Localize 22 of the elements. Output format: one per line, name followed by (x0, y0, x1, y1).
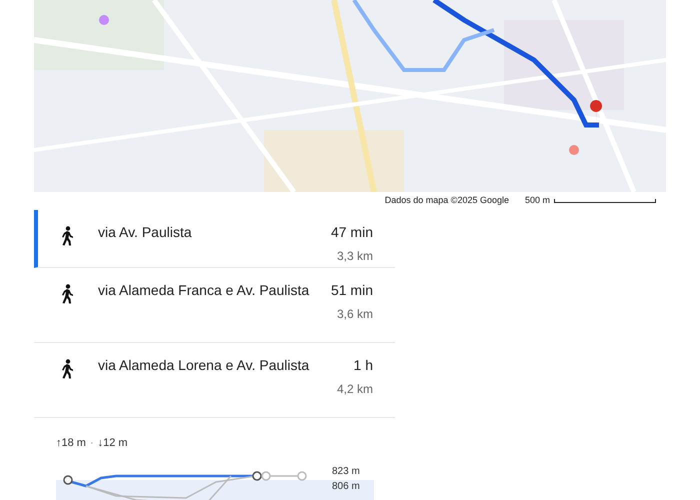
separator-dot: · (90, 436, 94, 451)
route-option[interactable]: via Alameda Lorena e Av. Paulista 1 h 4,2 km (34, 343, 395, 418)
route-distance: 3,3 km (336, 248, 373, 265)
elevation-ascent: ↑18 m (56, 436, 86, 451)
elevation-min-label: 806 m (332, 480, 360, 494)
route-distance: 4,2 km (336, 381, 373, 398)
route-name: via Alameda Lorena e Av. Paulista (98, 356, 310, 375)
route-distance: 3,6 km (336, 306, 373, 323)
route-name: via Alameda Franca e Av. Paulista (98, 281, 310, 300)
elevation-descent: ↓12 m (98, 436, 128, 451)
walking-icon (60, 284, 74, 304)
elevation-max-label: 823 m (332, 464, 360, 478)
route-option[interactable]: via Alameda Franca e Av. Paulista 51 min 3,6 km (34, 268, 395, 343)
route-option[interactable]: via Av. Paulista 47 min 3,3 km (34, 210, 395, 268)
map-attribution: Dados do mapa ©2025 Google (384, 194, 509, 208)
walking-icon (60, 359, 74, 379)
route-name: via Av. Paulista (98, 223, 193, 242)
route-duration: 51 min (330, 281, 373, 300)
route-duration: 1 h (354, 356, 373, 375)
walking-icon (60, 226, 74, 246)
scale-label: 500 m (524, 194, 550, 208)
route-duration: 47 min (330, 223, 373, 242)
